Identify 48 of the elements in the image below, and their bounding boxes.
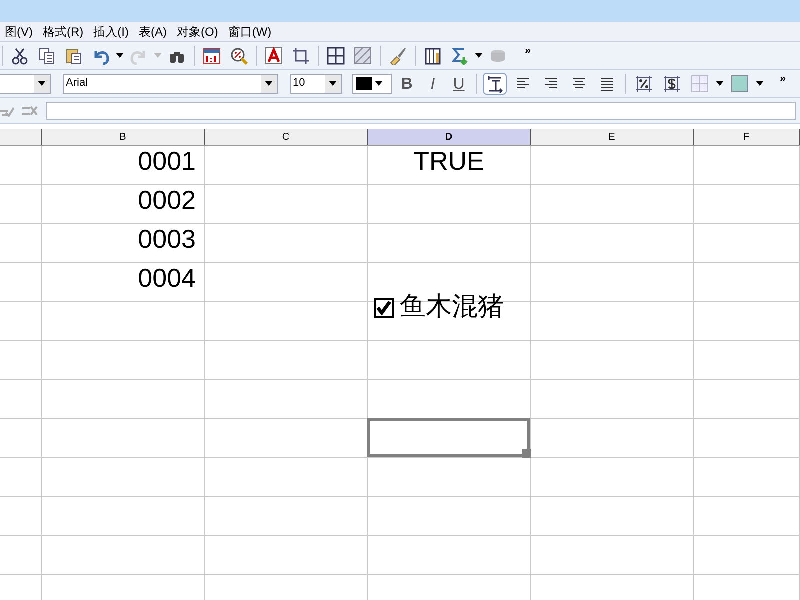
menu-item[interactable]: 对象(O) bbox=[172, 22, 224, 40]
dropdown-arrow-icon[interactable] bbox=[38, 81, 46, 86]
copy-icon[interactable] bbox=[38, 46, 56, 64]
magnifier-icon[interactable] bbox=[230, 46, 248, 64]
sum-icon[interactable] bbox=[451, 46, 469, 64]
fill-color-icon[interactable] bbox=[731, 74, 749, 92]
dropdown-arrow-icon[interactable] bbox=[756, 81, 764, 86]
checkbox-label: 鱼木混猪 bbox=[400, 291, 504, 324]
table-cell: 0001 bbox=[42, 146, 205, 184]
letter-a-icon[interactable] bbox=[265, 46, 283, 64]
dropdown-arrow-icon[interactable] bbox=[475, 53, 483, 58]
selected-cell[interactable] bbox=[367, 418, 530, 457]
dropdown-arrow-icon[interactable] bbox=[265, 81, 273, 86]
text-direction-icon[interactable] bbox=[486, 74, 504, 92]
scissors-icon[interactable] bbox=[11, 46, 29, 64]
clipboard-icon[interactable] bbox=[65, 46, 83, 64]
underline-button[interactable]: U bbox=[448, 72, 470, 94]
currency-format-icon[interactable] bbox=[663, 74, 681, 92]
columns-icon[interactable] bbox=[424, 46, 442, 64]
table-cell: TRUE bbox=[368, 146, 531, 184]
checkbox[interactable] bbox=[374, 298, 394, 318]
font-color-dropdown[interactable] bbox=[352, 74, 392, 94]
grid-icon[interactable] bbox=[327, 46, 345, 64]
bold-button[interactable]: B bbox=[396, 72, 418, 94]
dropdown-arrow-icon[interactable] bbox=[116, 53, 124, 58]
table-cell: 0004 bbox=[42, 263, 205, 301]
menu-item[interactable]: 表(A) bbox=[134, 22, 172, 40]
dropdown-arrow-icon[interactable] bbox=[375, 81, 383, 86]
font-name-dropdown[interactable]: Arial bbox=[63, 74, 278, 94]
table-cell: 0003 bbox=[42, 224, 205, 262]
menu-item[interactable]: 格式(R) bbox=[38, 22, 89, 40]
more-tools[interactable]: » bbox=[525, 43, 532, 60]
italic-button[interactable]: I bbox=[422, 72, 444, 94]
menu-item[interactable]: 窗口(W) bbox=[223, 22, 277, 40]
table-cell: 0002 bbox=[42, 185, 205, 223]
menu-item[interactable]: 图(V) bbox=[0, 22, 38, 40]
percent-format-icon[interactable] bbox=[635, 74, 653, 92]
dropdown-arrow-icon[interactable] bbox=[329, 81, 337, 86]
hatched-square-icon[interactable] bbox=[354, 46, 372, 64]
dropdown-arrow-icon[interactable] bbox=[716, 81, 724, 86]
calendar-icon[interactable] bbox=[203, 46, 221, 64]
crop-icon[interactable] bbox=[292, 46, 310, 64]
brush-icon[interactable] bbox=[389, 46, 407, 64]
column-header[interactable]: D bbox=[368, 129, 531, 145]
more-tools[interactable]: » bbox=[780, 71, 786, 88]
font-size-dropdown[interactable]: 10 bbox=[290, 74, 342, 94]
menu-item[interactable]: 插入(I) bbox=[88, 22, 134, 40]
formula-input[interactable] bbox=[46, 102, 796, 120]
